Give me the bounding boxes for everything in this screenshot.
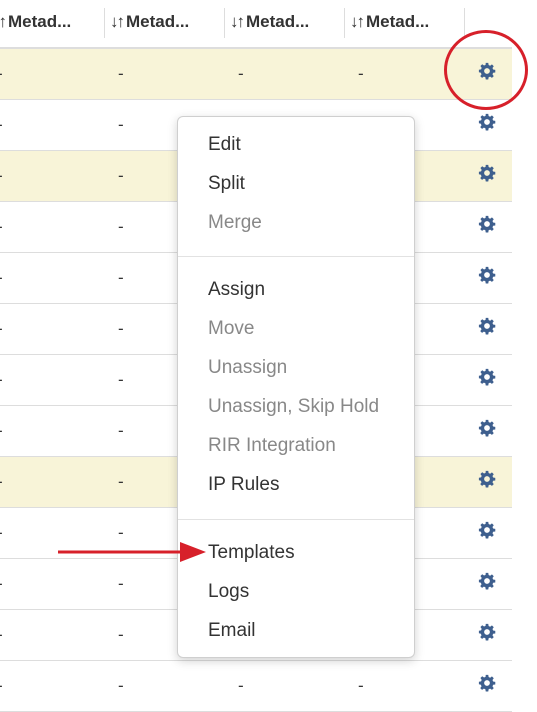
menu-divider xyxy=(178,519,414,520)
gear-icon[interactable] xyxy=(478,521,496,539)
gear-icon[interactable] xyxy=(478,266,496,284)
gear-icon[interactable] xyxy=(478,164,496,182)
gear-icon[interactable] xyxy=(478,62,496,80)
table-cell: - xyxy=(358,64,364,83)
table-cell: - xyxy=(118,574,124,593)
column-header-label: Metad... xyxy=(246,12,310,31)
table-cell: - xyxy=(118,319,124,338)
table-cell: - xyxy=(118,370,124,389)
table-cell: - xyxy=(238,64,244,83)
table-cell: - xyxy=(0,457,3,507)
table-row[interactable]: ---- xyxy=(0,49,512,100)
column-divider xyxy=(224,8,225,38)
menu-item-unassign: Unassign xyxy=(208,357,288,378)
gear-icon[interactable] xyxy=(478,317,496,335)
table-cell: - xyxy=(118,625,124,644)
column-header-label: Metad... xyxy=(126,12,190,31)
table-cell: - xyxy=(238,676,244,695)
table-cell: - xyxy=(0,151,3,201)
sort-icon: ↓↑ xyxy=(350,12,365,31)
table-cell: - xyxy=(0,100,3,150)
menu-item-split[interactable]: Split xyxy=(208,173,245,195)
menu-item-email[interactable]: Email xyxy=(208,620,256,642)
table-cell: - xyxy=(118,166,124,185)
menu-item-logs[interactable]: Logs xyxy=(208,581,249,603)
table-cell: - xyxy=(0,406,3,456)
gear-icon[interactable] xyxy=(478,419,496,437)
sort-icon: ↓↑ xyxy=(230,12,245,31)
grid-header: ↓↑Metad...↓↑Metad...↓↑Metad...↓↑Metad... xyxy=(0,0,512,49)
table-cell: - xyxy=(118,217,124,236)
table-cell: - xyxy=(0,661,3,711)
row-actions-context-menu: Edit Split Merge Assign Move Unassign Unassign… xyxy=(177,116,415,658)
table-cell: - xyxy=(118,268,124,287)
column-header-metadata[interactable]: ↓↑Metad... xyxy=(0,0,71,47)
grid-right-edge xyxy=(512,0,537,703)
column-header-metadata[interactable]: ↓↑Metad... xyxy=(110,0,189,47)
menu-item-edit[interactable]: Edit xyxy=(208,134,241,156)
table-cell: - xyxy=(118,472,124,491)
table-cell: - xyxy=(0,49,3,99)
menu-item-templates[interactable]: Templates xyxy=(208,542,295,564)
menu-item-rir-integration: RIR Integration xyxy=(208,435,336,456)
sort-icon: ↓↑ xyxy=(0,12,7,31)
column-divider xyxy=(344,8,345,38)
table-cell: - xyxy=(358,676,364,695)
table-cell: - xyxy=(0,202,3,252)
table-cell: - xyxy=(118,676,124,695)
table-cell: - xyxy=(0,610,3,660)
table-cell: - xyxy=(0,559,3,609)
menu-item-ip-rules[interactable]: IP Rules xyxy=(208,474,279,496)
table-cell: - xyxy=(0,253,3,303)
table-cell: - xyxy=(0,508,3,558)
table-row[interactable]: ---- xyxy=(0,661,512,712)
table-cell: - xyxy=(0,304,3,354)
gear-icon[interactable] xyxy=(478,215,496,233)
column-header-label: Metad... xyxy=(366,12,430,31)
gear-icon[interactable] xyxy=(478,470,496,488)
gear-icon[interactable] xyxy=(478,623,496,641)
table-cell: - xyxy=(118,523,124,542)
menu-item-unassign-skip-hold: Unassign, Skip Hold xyxy=(208,396,380,417)
column-header-metadata[interactable]: ↓↑Metad... xyxy=(230,0,309,47)
menu-item-move: Move xyxy=(208,318,255,339)
column-header-label: Metad... xyxy=(8,12,72,31)
menu-item-assign[interactable]: Assign xyxy=(208,279,265,301)
gear-icon[interactable] xyxy=(478,572,496,590)
column-header-metadata[interactable]: ↓↑Metad... xyxy=(350,0,429,47)
gear-icon[interactable] xyxy=(478,674,496,692)
table-cell: - xyxy=(0,355,3,405)
column-divider xyxy=(104,8,105,38)
menu-item-merge: Merge xyxy=(208,212,262,233)
gear-icon[interactable] xyxy=(478,113,496,131)
table-cell: - xyxy=(118,115,124,134)
sort-icon: ↓↑ xyxy=(110,12,125,31)
gear-icon[interactable] xyxy=(478,368,496,386)
column-divider xyxy=(464,8,465,38)
table-cell: - xyxy=(118,421,124,440)
menu-divider xyxy=(178,256,414,257)
table-cell: - xyxy=(118,64,124,83)
